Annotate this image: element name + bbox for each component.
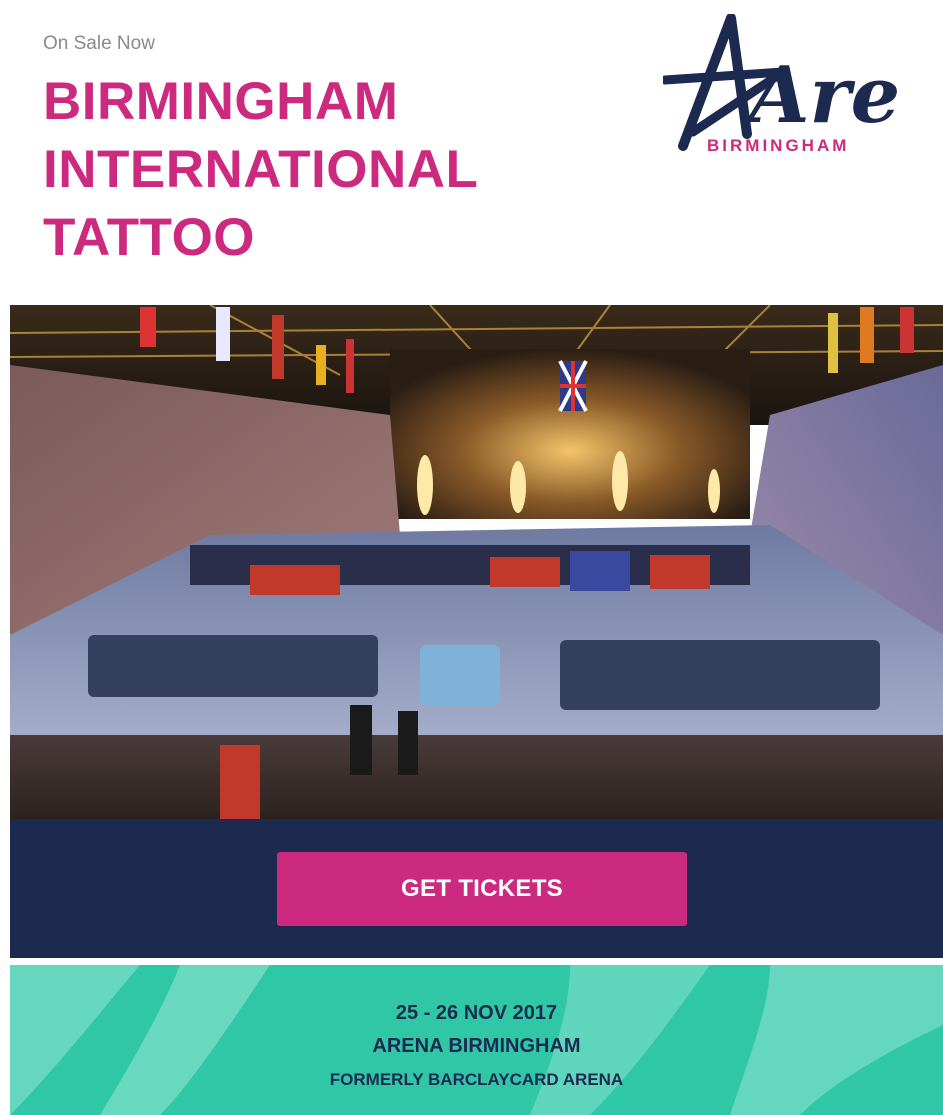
event-details: 25 - 26 NOV 2017 ARENA BIRMINGHAM FORMER…: [10, 997, 943, 1096]
hero-event-photo: [10, 305, 943, 819]
event-title: BIRMINGHAM INTERNATIONAL TATTOO: [43, 68, 603, 272]
arena-birmingham-logo[interactable]: Arena BIRMINGHAM: [660, 13, 943, 159]
logo-subtitle: BIRMINGHAM: [707, 136, 849, 155]
event-title-line-2: INTERNATIONAL: [43, 140, 479, 199]
event-venue: ARENA BIRMINGHAM: [372, 1035, 581, 1057]
cta-band: GET TICKETS: [10, 819, 943, 958]
event-photo-icon: [10, 305, 943, 819]
event-info-band: 25 - 26 NOV 2017 ARENA BIRMINGHAM FORMER…: [10, 965, 943, 1115]
event-title-line-3: TATTOO: [43, 208, 256, 267]
logo-wordmark: Arena: [742, 50, 903, 141]
arena-star-logo-icon: Arena BIRMINGHAM: [660, 13, 943, 155]
event-date: 25 - 26 NOV 2017: [395, 1002, 558, 1024]
venue-former-name: FORMERLY BARCLAYCARD ARENA: [329, 1070, 624, 1089]
email-header: On Sale Now BIRMINGHAM INTERNATIONAL TAT…: [0, 0, 943, 300]
get-tickets-button[interactable]: GET TICKETS: [277, 852, 687, 926]
on-sale-label: On Sale Now: [43, 33, 155, 54]
event-title-line-1: BIRMINGHAM: [43, 72, 399, 131]
